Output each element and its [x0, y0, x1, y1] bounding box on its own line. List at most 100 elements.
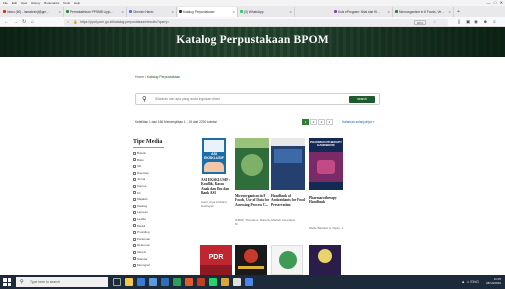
- facet-option[interactable]: Peraturan: [133, 237, 150, 241]
- book-cover-pdr[interactable]: PDR: [200, 245, 232, 275]
- book-cover-4[interactable]: [309, 245, 341, 275]
- facet-checkbox[interactable]: [133, 164, 136, 168]
- account-icon[interactable]: ☻: [483, 18, 488, 26]
- app-icon[interactable]: [221, 278, 229, 286]
- facet-checkbox[interactable]: [133, 224, 136, 228]
- tab-close-icon[interactable]: ✕: [58, 7, 61, 17]
- close-icon[interactable]: ✕: [500, 0, 503, 5]
- volume-icon[interactable]: ♫: [466, 279, 469, 284]
- facet-option[interactable]: Disertasi: [133, 171, 149, 175]
- maximize-icon[interactable]: □: [494, 0, 496, 5]
- taskbar-search[interactable]: ⚲ Type here to search: [16, 277, 108, 287]
- facet-option[interactable]: Modul: [133, 224, 145, 228]
- zoom-level[interactable]: 90%: [413, 19, 426, 25]
- windows-start-icon[interactable]: [3, 278, 11, 286]
- tab-close-icon[interactable]: ✕: [121, 7, 124, 17]
- search-button[interactable]: search: [349, 96, 375, 103]
- facet-checkbox[interactable]: [133, 171, 136, 175]
- page-3[interactable]: 3: [318, 118, 325, 125]
- menu-icon[interactable]: ≡: [493, 18, 496, 26]
- powerpoint-icon[interactable]: [197, 278, 205, 286]
- facet-checkbox[interactable]: [133, 263, 136, 267]
- facet-option[interactable]: Monograf: [133, 263, 150, 267]
- task-view-icon[interactable]: [113, 278, 121, 286]
- reload-icon[interactable]: ↻: [22, 18, 26, 26]
- book-cover-pharmacotherapy[interactable]: PHARMACOTHERAPY HANDBOOK: [309, 138, 343, 190]
- word-icon[interactable]: [161, 278, 169, 286]
- library-icon[interactable]: ∥: [458, 18, 460, 26]
- tab-katalog[interactable]: Katalog Perpustakaan ✕: [178, 7, 238, 17]
- facet-checkbox[interactable]: [133, 158, 136, 162]
- facet-option[interactable]: Katalog: [133, 204, 147, 208]
- extension-icon[interactable]: ◉: [474, 18, 478, 26]
- book-cover-antioxidants[interactable]: [271, 138, 305, 190]
- breadcrumb-home[interactable]: Home: [135, 75, 144, 79]
- tab-microorganism[interactable]: Microorganism in 8 Foods, Ve... ✕: [394, 7, 454, 17]
- back-icon[interactable]: ←: [4, 18, 9, 26]
- facet-checkbox[interactable]: [133, 178, 136, 182]
- forward-icon[interactable]: →: [13, 18, 18, 26]
- tab-obrolan[interactable]: Obrolan Hasio ✕: [128, 7, 177, 17]
- facet-option[interactable]: Kamus: [133, 184, 146, 188]
- facet-option[interactable]: Standar: [133, 257, 148, 261]
- facet-checkbox[interactable]: [133, 250, 136, 254]
- tab-gmail[interactable]: Inbox (60) - lamakrimjl@gm... ✕: [2, 7, 64, 17]
- book-cover-3[interactable]: [271, 245, 303, 275]
- mail-icon[interactable]: [149, 278, 157, 286]
- facet-option[interactable]: Jurnal: [133, 177, 145, 181]
- book-title[interactable]: ASI EKSKLUSIF : Konflik, Kasus Anak dan …: [201, 178, 233, 195]
- facet-checkbox[interactable]: [133, 217, 136, 221]
- tab-kuis[interactable]: Kuis eProgram: Nilai dari KI... ✕: [333, 7, 393, 17]
- page-2[interactable]: 2: [310, 118, 317, 125]
- facet-checkbox[interactable]: [133, 191, 136, 195]
- facet-option[interactable]: Majalah: [133, 197, 148, 201]
- book-title[interactable]: Microorganism in 8 Foods, Use of Data fo…: [235, 194, 271, 207]
- facet-checkbox[interactable]: [133, 151, 136, 155]
- taskbar-search-input[interactable]: Type here to search: [30, 280, 60, 284]
- book-cover-asi[interactable]: ASI EKSKLUSIF: [202, 138, 226, 174]
- facet-option[interactable]: Leaflet: [133, 217, 146, 221]
- notes-icon[interactable]: [233, 278, 241, 286]
- book-title[interactable]: Handbook of Antioxidants for Food Preser…: [271, 194, 307, 207]
- facet-option[interactable]: CD: [133, 164, 141, 168]
- facet-checkbox[interactable]: [133, 230, 136, 234]
- address-bar[interactable]: ○ 🔒 https://ppid.pom.go.id/katalog-perpu…: [64, 18, 448, 26]
- tab-permutakhiran[interactable]: Permutakhiran PPSMB Upjo... ✕: [65, 7, 127, 17]
- home-icon[interactable]: ⌂: [31, 18, 34, 26]
- tab-close-icon[interactable]: ✕: [232, 7, 235, 17]
- firefox-icon[interactable]: [185, 278, 193, 286]
- app-icon[interactable]: [245, 278, 253, 286]
- book-title[interactable]: Pharmacotherapy Handbook: [309, 196, 345, 205]
- sidebar-icon[interactable]: ▣: [466, 18, 470, 26]
- tab-close-icon[interactable]: ✕: [387, 7, 390, 17]
- language-indicator[interactable]: ENG: [470, 279, 479, 284]
- edge-icon[interactable]: [137, 278, 145, 286]
- facet-option[interactable]: Prosiding: [133, 230, 150, 234]
- page-4[interactable]: 4: [326, 118, 333, 125]
- tab-close-icon[interactable]: ✕: [171, 7, 174, 17]
- next-page-link[interactable]: Halaman selanjutnya »: [342, 120, 374, 124]
- facet-checkbox[interactable]: [133, 257, 136, 261]
- facet-option[interactable]: Buku: [133, 158, 144, 162]
- clock[interactable]: 11:05 28/10/2020: [486, 277, 501, 285]
- excel-icon[interactable]: [173, 278, 181, 286]
- facet-checkbox[interactable]: [133, 184, 136, 188]
- facet-checkbox[interactable]: [133, 237, 136, 241]
- new-tab-button[interactable]: +: [457, 7, 460, 17]
- book-cover-microorganism[interactable]: [235, 138, 269, 190]
- tab-close-icon[interactable]: ✕: [448, 7, 451, 17]
- page-1[interactable]: 1: [302, 118, 309, 125]
- facet-checkbox[interactable]: [133, 211, 136, 215]
- bookmark-star-icon[interactable]: ☆: [433, 19, 436, 26]
- facet-option[interactable]: Referensi: [133, 243, 150, 247]
- book-cover-2[interactable]: [235, 245, 267, 275]
- whatsapp-icon[interactable]: [209, 278, 217, 286]
- file-explorer-icon[interactable]: [125, 278, 133, 286]
- tab-close-icon[interactable]: ✕: [289, 7, 292, 17]
- facet-checkbox[interactable]: [133, 244, 136, 248]
- facet-checkbox[interactable]: [133, 204, 136, 208]
- network-icon[interactable]: ▲: [461, 279, 465, 284]
- facet-option[interactable]: Laporan: [133, 210, 148, 214]
- facet-option[interactable]: Kit: [133, 191, 141, 195]
- facet-option[interactable]: Buletin: [133, 151, 146, 155]
